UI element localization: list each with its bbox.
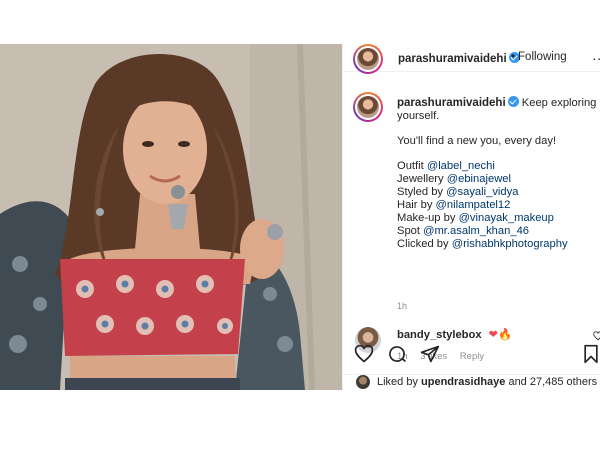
likes-summary: Liked by upendrasidhaye and 27,485 other… [342,370,600,390]
credit-spot: Spot @mr.asalm_khan_46 [397,225,530,237]
liker-avatar[interactable] [356,375,370,389]
follow-button[interactable]: Following [518,51,567,63]
caption-intro-2: yourself. [397,110,440,122]
credit-makeup: Make-up by @vinayak_makeup [397,212,554,224]
caption-username[interactable]: parashuramivaidehi [397,97,506,109]
credit-jewellery-link[interactable]: @ebinajewel [447,173,511,185]
more-options-icon[interactable]: ... [592,47,600,63]
heart-icon[interactable] [354,344,374,364]
share-icon[interactable] [420,344,440,364]
author-username[interactable]: parashuramivaidehi [398,53,507,65]
caption-author-avatar[interactable] [353,92,383,122]
bookmark-icon[interactable] [582,344,600,364]
post-header: parashuramivaidehi •Following ... [343,44,600,74]
post-details-panel: parashuramivaidehi •Following ... parash… [342,44,600,390]
credit-makeup-link[interactable]: @vinayak_makeup [459,212,554,224]
post-photo-illustration [0,44,342,390]
caption-tagline: You'll find a new you, every day! [397,135,557,147]
credit-styled-by-link[interactable]: @sayali_vidya [446,186,518,198]
likes-text[interactable]: Liked by upendrasidhaye and 27,485 other… [377,376,597,388]
post-caption: parashuramivaidehi Keep exploring yourse… [397,96,600,251]
caption-intro: Keep exploring [521,97,597,109]
credit-clicked-by-link[interactable]: @rishabhkphotography [452,238,568,250]
credit-spot-link[interactable]: @mr.asalm_khan_46 [423,225,529,237]
credit-hair: Hair by @nilampatel12 [397,199,511,211]
credit-jewellery: Jewellery @ebinajewel [397,173,511,185]
post-photo[interactable] [0,44,342,390]
credit-styled-by: Styled by @sayali_vidya [397,186,519,198]
credit-outfit: Outfit @label_nechi [397,160,495,172]
post-actions [342,340,600,370]
credit-clicked-by: Clicked by @rishabhkphotography [397,238,568,250]
liker-username[interactable]: upendrasidhaye [421,376,505,388]
author-avatar[interactable] [353,44,383,74]
credit-hair-link[interactable]: @nilampatel12 [436,199,511,211]
author-username-wrap[interactable]: parashuramivaidehi [398,52,520,65]
caption-timestamp[interactable]: 1h [397,301,407,311]
caption-verified-icon [507,96,519,107]
follow-status[interactable]: • Following [508,51,567,63]
comment-icon[interactable] [387,344,407,364]
credit-outfit-link[interactable]: @label_nechi [427,160,495,172]
